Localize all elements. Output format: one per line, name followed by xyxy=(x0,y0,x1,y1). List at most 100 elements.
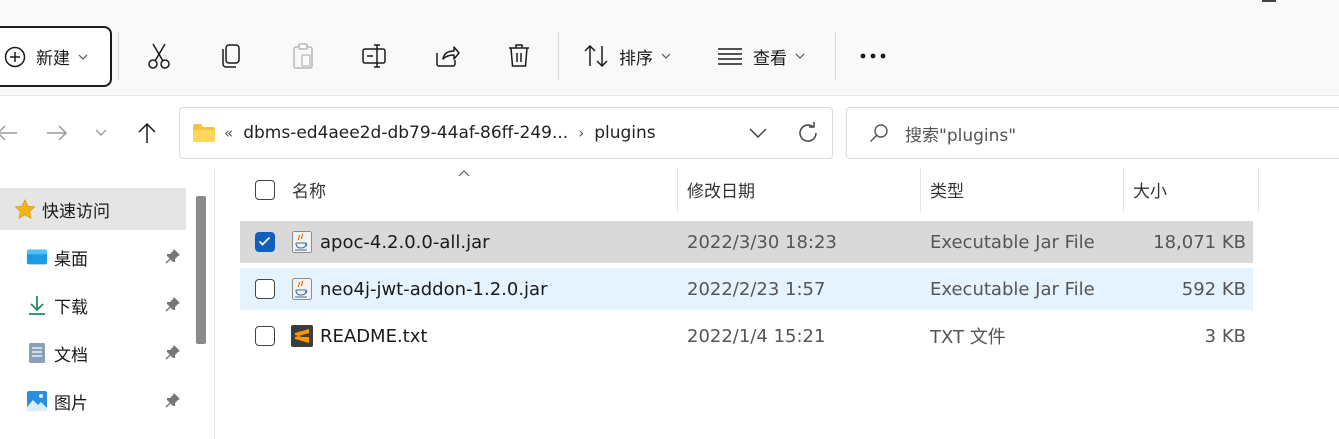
sidebar-item-label: 快速访问 xyxy=(42,201,110,222)
new-button[interactable]: 新建 xyxy=(0,26,112,87)
sublime-text-icon xyxy=(290,324,314,348)
back-button[interactable] xyxy=(0,118,22,148)
paste-button[interactable] xyxy=(288,40,318,72)
file-size: 3 KB xyxy=(1204,325,1246,347)
sort-arrows-icon xyxy=(583,44,609,68)
new-button-label: 新建 xyxy=(36,49,70,69)
address-bar[interactable]: « dbms-ed4aee2d-db79-44af-86ff-249... › … xyxy=(179,107,833,159)
row-checkbox[interactable] xyxy=(255,279,275,299)
chevron-down-icon xyxy=(795,53,805,59)
sidebar-item-quick-access[interactable]: 快速访问 xyxy=(0,188,186,230)
search-box[interactable]: 搜索"plugins" xyxy=(846,107,1339,159)
file-modified: 2022/3/30 18:23 xyxy=(687,231,837,253)
recent-locations-button[interactable] xyxy=(86,118,116,148)
minimize-icon[interactable] xyxy=(1262,0,1276,2)
delete-button[interactable] xyxy=(504,40,534,72)
view-button[interactable]: 查看 xyxy=(717,40,805,72)
rename-button[interactable] xyxy=(360,40,390,72)
sort-button[interactable]: 排序 xyxy=(583,40,671,72)
breadcrumb-overflow[interactable]: « xyxy=(224,124,233,142)
pictures-icon xyxy=(26,390,48,412)
sidebar-item-label: 桌面 xyxy=(54,249,88,270)
column-header-name[interactable]: 名称 xyxy=(292,166,326,212)
row-checkbox[interactable] xyxy=(255,326,275,346)
sidebar-item-pictures[interactable]: 图片 xyxy=(0,380,186,422)
share-button[interactable] xyxy=(432,40,462,72)
sidebar-item-desktop[interactable]: 桌面 xyxy=(0,236,186,278)
navigation-pane: 快速访问 桌面 下载 文档 图片 xyxy=(0,170,214,439)
folder-icon xyxy=(192,123,216,143)
toolbar-separator xyxy=(558,32,559,80)
sidebar-scrollbar[interactable] xyxy=(196,196,206,344)
table-row[interactable]: README.txt 2022/1/4 15:21 TXT 文件 3 KB xyxy=(240,315,1253,357)
file-name[interactable]: apoc-4.2.0.0-all.jar xyxy=(320,221,490,263)
pane-divider[interactable] xyxy=(214,170,215,439)
search-icon xyxy=(869,123,889,143)
column-header-size[interactable]: 大小 xyxy=(1133,166,1167,212)
more-dots-icon xyxy=(859,53,887,59)
pin-icon[interactable] xyxy=(165,392,181,408)
table-row[interactable]: neo4j-jwt-addon-1.2.0.jar 2022/2/23 1:57… xyxy=(240,268,1253,310)
column-divider[interactable] xyxy=(677,168,678,212)
arrow-left-icon xyxy=(0,124,18,142)
toolbar-separator xyxy=(118,32,119,80)
sidebar-item-downloads[interactable]: 下载 xyxy=(0,284,186,326)
column-header-modified[interactable]: 修改日期 xyxy=(687,166,755,212)
sort-button-label: 排序 xyxy=(619,48,653,69)
arrow-up-icon xyxy=(137,122,157,144)
column-header-type[interactable]: 类型 xyxy=(930,166,964,212)
file-type: Executable Jar File xyxy=(930,231,1095,253)
download-icon xyxy=(26,294,48,316)
refresh-icon[interactable] xyxy=(796,120,820,146)
column-divider[interactable] xyxy=(1258,168,1259,212)
share-icon xyxy=(434,43,460,69)
toolbar-separator xyxy=(835,32,836,80)
breadcrumb-parent[interactable]: dbms-ed4aee2d-db79-44af-86ff-249... xyxy=(243,123,568,143)
star-icon xyxy=(14,198,36,220)
file-modified: 2022/1/4 15:21 xyxy=(687,325,826,347)
more-button[interactable] xyxy=(858,40,888,72)
column-header-row: 名称 修改日期 类型 大小 xyxy=(240,166,1260,212)
desktop-icon xyxy=(26,246,48,268)
file-name[interactable]: README.txt xyxy=(320,315,427,357)
column-divider[interactable] xyxy=(1123,168,1124,212)
sidebar-item-documents[interactable]: 文档 xyxy=(0,332,186,374)
file-size: 18,071 KB xyxy=(1153,231,1246,253)
plus-circle-icon xyxy=(4,46,26,68)
breadcrumb-current[interactable]: plugins xyxy=(594,123,655,143)
breadcrumb-separator[interactable]: › xyxy=(578,124,584,142)
sort-ascending-icon xyxy=(458,170,470,177)
address-history-dropdown[interactable] xyxy=(748,120,768,146)
file-name[interactable]: neo4j-jwt-addon-1.2.0.jar xyxy=(320,268,547,310)
row-checkbox[interactable] xyxy=(255,232,275,252)
table-row[interactable]: apoc-4.2.0.0-all.jar 2022/3/30 18:23 Exe… xyxy=(240,221,1253,263)
scissors-icon xyxy=(146,42,172,70)
file-modified: 2022/2/23 1:57 xyxy=(687,278,826,300)
trash-icon xyxy=(507,43,531,69)
java-jar-icon xyxy=(290,277,314,301)
cut-button[interactable] xyxy=(144,40,174,72)
column-divider[interactable] xyxy=(920,168,921,212)
command-bar: 新建 排序 查看 xyxy=(0,0,1339,96)
pin-icon[interactable] xyxy=(165,296,181,312)
java-jar-icon xyxy=(290,230,314,254)
file-size: 592 KB xyxy=(1181,278,1246,300)
sidebar-item-label: 文档 xyxy=(54,345,88,366)
chevron-down-icon xyxy=(78,54,88,60)
sidebar-item-label: 图片 xyxy=(54,393,88,414)
forward-button[interactable] xyxy=(42,118,72,148)
view-button-label: 查看 xyxy=(753,48,787,69)
select-all-checkbox[interactable] xyxy=(255,180,275,200)
sidebar-item-label: 下载 xyxy=(54,297,88,318)
document-icon xyxy=(26,342,48,364)
copy-icon xyxy=(219,42,243,70)
search-placeholder: 搜索"plugins" xyxy=(905,125,1017,146)
pin-icon[interactable] xyxy=(165,248,181,264)
title-bar-fragment xyxy=(0,0,1339,4)
pin-icon[interactable] xyxy=(165,344,181,360)
up-button[interactable] xyxy=(132,118,162,148)
copy-button[interactable] xyxy=(216,40,246,72)
file-type: TXT 文件 xyxy=(930,327,1006,348)
chevron-down-icon xyxy=(95,129,107,137)
rename-icon xyxy=(361,43,389,69)
